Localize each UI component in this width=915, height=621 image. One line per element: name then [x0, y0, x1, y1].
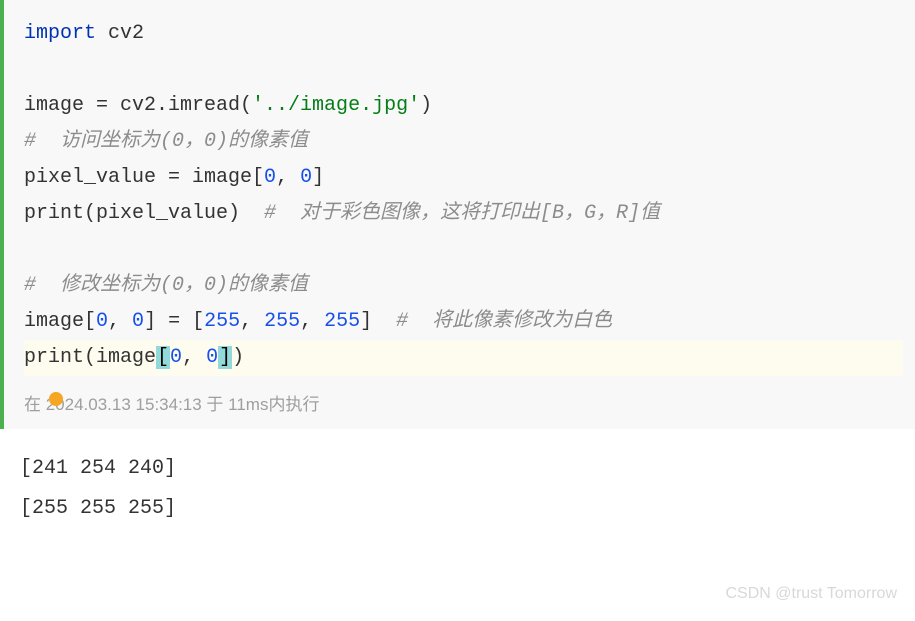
code-text: ) [420, 94, 432, 117]
number: 255 [324, 310, 360, 333]
code-line-4: # 访问坐标为(0，0)的像素值 [24, 124, 903, 160]
code-text: ] [360, 310, 396, 333]
code-text: , [108, 310, 132, 333]
code-text: print(image [24, 346, 156, 369]
number: 0 [300, 166, 312, 189]
code-line-blank [24, 232, 903, 268]
code-line-10: print(image[0, 0]) [24, 340, 903, 376]
code-line-8: # 修改坐标为(0，0)的像素值 [24, 268, 903, 304]
code-text: pixel_value = image[ [24, 166, 264, 189]
output-line: [255 255 255] [20, 489, 895, 529]
code-line-5: pixel_value = image[0, 0] [24, 160, 903, 196]
output-line: [241 254 240] [20, 449, 895, 489]
comment: # 对于彩色图像，这将打印出[B，G，R]值 [264, 202, 660, 225]
code-text: print(pixel_value) [24, 202, 264, 225]
code-line-1: import cv2 [24, 16, 903, 52]
breakpoint-marker [49, 392, 63, 406]
module-name: cv2 [96, 22, 144, 45]
comment: # 将此像素修改为白色 [396, 310, 612, 333]
code-line-6: print(pixel_value) # 对于彩色图像，这将打印出[B，G，R]… [24, 196, 903, 232]
number: 0 [206, 346, 218, 369]
code-text: ] = [ [144, 310, 204, 333]
code-line-3: image = cv2.imread('../image.jpg') [24, 88, 903, 124]
comment: # 修改坐标为(0，0)的像素值 [24, 274, 308, 297]
code-text: , [240, 310, 264, 333]
code-text: image[ [24, 310, 96, 333]
number: 0 [132, 310, 144, 333]
number: 0 [264, 166, 276, 189]
code-text: , [182, 346, 206, 369]
comment: # 访问坐标为(0，0)的像素值 [24, 130, 308, 153]
number: 0 [96, 310, 108, 333]
code-block: import cv2 image = cv2.imread('../image.… [0, 0, 915, 384]
bracket-highlight: [ [156, 346, 170, 369]
execution-status: 在 2024.03.13 15:34:13 于 11ms内执行 [0, 384, 915, 429]
number: 255 [264, 310, 300, 333]
code-text: , [300, 310, 324, 333]
string-literal: '../image.jpg' [252, 94, 420, 117]
code-text: ) [232, 346, 244, 369]
code-line-blank [24, 52, 903, 88]
code-text: , [276, 166, 300, 189]
code-text: ] [312, 166, 324, 189]
output-block: [241 254 240] [255 255 255] [0, 429, 915, 539]
number: 0 [170, 346, 182, 369]
bracket-highlight: ] [218, 346, 232, 369]
number: 255 [204, 310, 240, 333]
watermark: CSDN @trust Tomorrow [725, 580, 897, 609]
keyword-import: import [24, 22, 96, 45]
code-text: image = cv2.imread( [24, 94, 252, 117]
code-line-9: image[0, 0] = [255, 255, 255] # 将此像素修改为白… [24, 304, 903, 340]
